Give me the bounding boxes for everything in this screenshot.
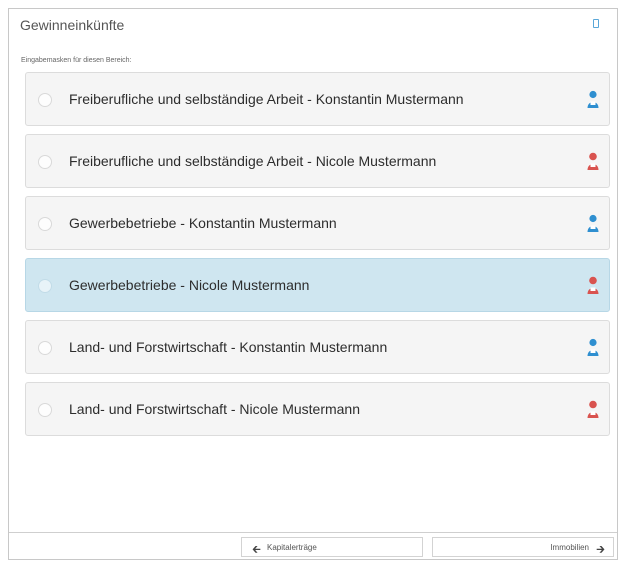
list-item-label: Gewerbebetriebe - Nicole Mustermann (69, 277, 310, 293)
next-button[interactable]: Immobilien 🡲 (432, 537, 614, 557)
footer-nav: 🡰 Kapitalerträge Immobilien 🡲 (9, 532, 617, 559)
radio-button[interactable] (38, 279, 52, 293)
radio-button[interactable] (38, 403, 52, 417)
input-mask-list: Freiberufliche und selbständige Arbeit -… (25, 72, 610, 444)
list-item[interactable]: Freiberufliche und selbständige Arbeit -… (25, 134, 610, 188)
previous-button-label: Kapitalerträge (267, 543, 317, 552)
female-person-icon (587, 400, 599, 418)
arrow-right-icon: 🡲 (596, 544, 605, 556)
list-item[interactable]: Gewerbebetriebe - Konstantin Mustermann (25, 196, 610, 250)
list-item[interactable]: Land- und Forstwirtschaft - Konstantin M… (25, 320, 610, 374)
radio-button[interactable] (38, 155, 52, 169)
male-person-icon (587, 90, 599, 108)
female-person-icon (587, 152, 599, 170)
page-title: Gewinneinkünfte (20, 17, 125, 33)
main-panel: Gewinneinkünfte Eingabemasken für diesen… (8, 8, 618, 560)
previous-button[interactable]: 🡰 Kapitalerträge (241, 537, 423, 557)
list-item[interactable]: Land- und Forstwirtschaft - Nicole Muste… (25, 382, 610, 436)
list-item-label: Land- und Forstwirtschaft - Nicole Muste… (69, 401, 360, 417)
next-button-label: Immobilien (550, 543, 589, 552)
male-person-icon (587, 214, 599, 232)
male-person-icon (587, 338, 599, 356)
female-person-icon (587, 276, 599, 294)
list-item-label: Freiberufliche und selbständige Arbeit -… (69, 153, 437, 169)
radio-button[interactable] (38, 217, 52, 231)
section-subtitle: Eingabemasken für diesen Bereich: (21, 57, 132, 64)
list-item-label: Land- und Forstwirtschaft - Konstantin M… (69, 339, 388, 355)
radio-button[interactable] (38, 341, 52, 355)
list-item[interactable]: Freiberufliche und selbständige Arbeit -… (25, 72, 610, 126)
help-icon[interactable] (593, 19, 599, 28)
arrow-left-icon: 🡰 (252, 544, 261, 556)
radio-button[interactable] (38, 93, 52, 107)
list-item-label: Freiberufliche und selbständige Arbeit -… (69, 91, 464, 107)
list-item-label: Gewerbebetriebe - Konstantin Mustermann (69, 215, 337, 231)
list-item-selected[interactable]: Gewerbebetriebe - Nicole Mustermann (25, 258, 610, 312)
